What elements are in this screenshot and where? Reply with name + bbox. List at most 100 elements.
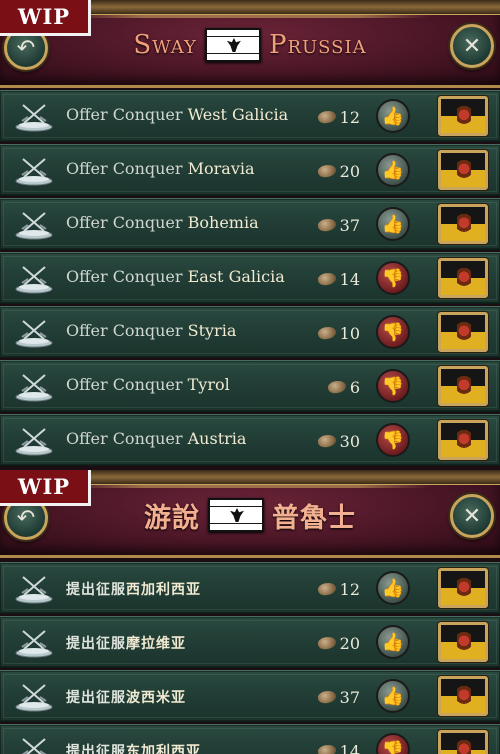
sway-cost: 12 <box>316 105 360 129</box>
austria-flag-icon[interactable] <box>438 204 488 244</box>
close-icon: ✕ <box>462 503 482 529</box>
stone-icon <box>326 378 348 396</box>
offer-label: Offer Conquer East Galicia <box>66 267 285 286</box>
sway-cost: 37 <box>316 213 360 237</box>
cost-value: 6 <box>349 377 360 397</box>
sway-cost: 30 <box>316 429 360 453</box>
cost-value: 37 <box>339 687 360 707</box>
austria-flag-icon[interactable] <box>438 676 488 716</box>
offer-row[interactable]: 提出征服东加利西亚 14 👎 <box>0 724 500 754</box>
offer-label: 提出征服摩拉维亚 <box>66 633 186 653</box>
title-country: 普魯士 <box>272 502 356 534</box>
crossed-swords-icon <box>14 573 54 605</box>
stone-icon <box>316 162 337 180</box>
thumbs-down-icon[interactable]: 👎 <box>376 423 410 457</box>
offer-row[interactable]: Offer Conquer Moravia 20 👍 <box>0 144 500 196</box>
crossed-swords-icon <box>14 263 54 295</box>
crossed-swords-icon <box>14 681 54 713</box>
crossed-swords-icon <box>14 317 54 349</box>
sway-panel-chinese: ↶ 游說 普魯士 ✕ WIP 提出征服西加利西亚 12 👍 提出征服摩拉维亚 20 👍 提出… <box>0 470 500 754</box>
thumbs-up-icon[interactable]: 👍 <box>376 99 410 133</box>
offer-verb: 提出征服 <box>66 690 126 706</box>
offer-row[interactable]: Offer Conquer Styria 10 👎 <box>0 306 500 358</box>
province-name: Bohemia <box>187 213 259 232</box>
austria-flag-icon[interactable] <box>438 730 488 754</box>
offer-label: Offer Conquer Moravia <box>66 159 255 178</box>
sway-cost: 6 <box>316 375 360 399</box>
crossed-swords-icon <box>14 209 54 241</box>
close-button[interactable]: ✕ <box>450 24 494 68</box>
offer-row[interactable]: Offer Conquer Tyrol 6 👎 <box>0 360 500 412</box>
crossed-swords-icon <box>14 371 54 403</box>
thumbs-down-icon[interactable]: 👎 <box>376 261 410 295</box>
thumbs-up-icon[interactable]: 👍 <box>376 571 410 605</box>
austria-flag-icon[interactable] <box>438 150 488 190</box>
austria-flag-icon[interactable] <box>438 258 488 298</box>
close-button[interactable]: ✕ <box>450 494 494 538</box>
cost-value: 12 <box>339 107 360 127</box>
thumbs-down-icon[interactable]: 👎 <box>376 369 410 403</box>
offer-verb: Offer Conquer <box>66 321 183 340</box>
cost-value: 37 <box>339 215 360 235</box>
cost-value: 30 <box>339 431 360 451</box>
offer-verb: Offer Conquer <box>66 159 183 178</box>
offer-verb: 提出征服 <box>66 744 126 754</box>
offer-row[interactable]: Offer Conquer Austria 30 👎 <box>0 414 500 466</box>
thumbs-up-icon[interactable]: 👍 <box>376 625 410 659</box>
stone-icon <box>316 634 337 652</box>
offer-verb: 提出征服 <box>66 582 126 598</box>
austria-flag-icon[interactable] <box>438 312 488 352</box>
austria-flag-icon[interactable] <box>438 622 488 662</box>
crossed-swords-icon <box>14 101 54 133</box>
austria-flag-icon[interactable] <box>438 366 488 406</box>
sway-cost: 14 <box>316 739 360 754</box>
sway-cost: 37 <box>316 685 360 709</box>
offer-row[interactable]: 提出征服波西米亚 37 👍 <box>0 670 500 722</box>
offer-label: 提出征服西加利西亚 <box>66 579 201 599</box>
thumbs-up-icon[interactable]: 👍 <box>376 153 410 187</box>
offer-row[interactable]: 提出征服西加利西亚 12 👍 <box>0 562 500 614</box>
stone-icon <box>316 580 337 598</box>
austria-flag-icon[interactable] <box>438 96 488 136</box>
offer-label: Offer Conquer Austria <box>66 429 246 448</box>
wip-badge: WIP <box>0 0 91 36</box>
austria-flag-icon[interactable] <box>438 420 488 460</box>
title-country: Prussia <box>268 30 367 60</box>
offer-verb: Offer Conquer <box>66 213 183 232</box>
offer-list: 提出征服西加利西亚 12 👍 提出征服摩拉维亚 20 👍 提出征服波西米亚 37 👍 提出征服东加… <box>0 562 500 754</box>
offer-list: Offer Conquer West Galicia 12 👍 Offer Conqu… <box>0 90 500 468</box>
crossed-swords-icon <box>14 425 54 457</box>
offer-verb: Offer Conquer <box>66 375 183 394</box>
offer-row[interactable]: Offer Conquer East Galicia 14 👎 <box>0 252 500 304</box>
austria-flag-icon[interactable] <box>438 568 488 608</box>
offer-label: Offer Conquer West Galicia <box>66 105 288 124</box>
prussia-flag-icon <box>208 498 264 532</box>
thumbs-down-icon[interactable]: 👎 <box>376 315 410 349</box>
offer-label: 提出征服东加利西亚 <box>66 741 201 754</box>
stone-icon <box>316 742 337 754</box>
title-action: 游說 <box>144 502 200 534</box>
crossed-swords-icon <box>14 735 54 754</box>
cost-value: 10 <box>339 323 360 343</box>
province-name: 波西米亚 <box>126 690 186 706</box>
cost-value: 12 <box>339 579 360 599</box>
cost-value: 14 <box>339 269 360 289</box>
offer-label: Offer Conquer Tyrol <box>66 375 230 394</box>
thumbs-up-icon[interactable]: 👍 <box>376 679 410 713</box>
province-name: Austria <box>187 429 247 448</box>
offer-row[interactable]: 提出征服摩拉维亚 20 👍 <box>0 616 500 668</box>
offer-verb: 提出征服 <box>66 636 126 652</box>
thumbs-down-icon[interactable]: 👎 <box>376 733 410 754</box>
province-name: 摩拉维亚 <box>126 636 186 652</box>
province-name: Tyrol <box>187 375 230 394</box>
stone-icon <box>316 270 337 288</box>
sway-cost: 20 <box>316 159 360 183</box>
close-icon: ✕ <box>462 33 482 59</box>
thumbs-up-icon[interactable]: 👍 <box>376 207 410 241</box>
offer-row[interactable]: Offer Conquer Bohemia 37 👍 <box>0 198 500 250</box>
sway-cost: 20 <box>316 631 360 655</box>
sway-cost: 12 <box>316 577 360 601</box>
offer-verb: Offer Conquer <box>66 429 183 448</box>
offer-row[interactable]: Offer Conquer West Galicia 12 👍 <box>0 90 500 142</box>
cost-value: 14 <box>339 741 360 754</box>
